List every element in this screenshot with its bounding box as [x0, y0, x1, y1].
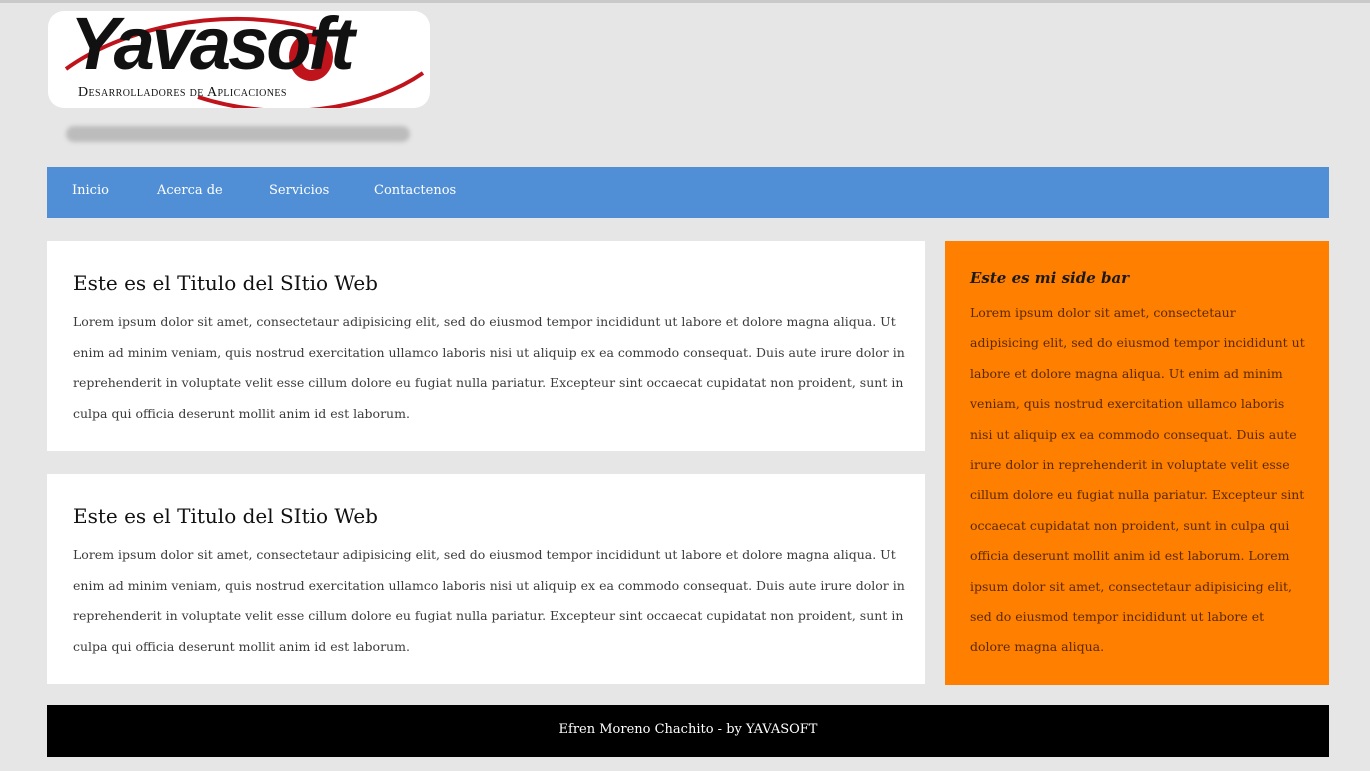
nav-item-contactenos[interactable]: Contactenos: [374, 183, 456, 198]
article-title: Este es el Titulo del SItio Web: [73, 504, 378, 528]
article-title: Este es el Titulo del SItio Web: [73, 271, 378, 295]
sidebar-body: Lorem ipsum dolor sit amet, consectetaur…: [970, 305, 1305, 655]
article-card: Este es el Titulo del SItio Web Lorem ip…: [47, 474, 925, 684]
logo-subtitle: Desarrolladores de Aplicaciones: [78, 85, 287, 100]
blurred-tagline: [66, 126, 410, 142]
nav-item-acerca-de[interactable]: Acerca de: [157, 183, 223, 198]
sidebar-title: Este es mi side bar: [970, 269, 1130, 287]
site-footer: Efren Moreno Chachito - by YAVASOFT: [47, 705, 1329, 757]
article-body: Lorem ipsum dolor sit amet, consectetaur…: [73, 547, 905, 654]
footer-credit: Efren Moreno Chachito - by YAVASOFT: [558, 722, 818, 737]
sidebar: Este es mi side bar Lorem ipsum dolor si…: [945, 241, 1329, 685]
article-card: Este es el Titulo del SItio Web Lorem ip…: [47, 241, 925, 451]
article-body: Lorem ipsum dolor sit amet, consectetaur…: [73, 314, 905, 421]
logo-text: Yavasoft: [70, 11, 355, 85]
main-nav: Inicio Acerca de Servicios Contactenos: [47, 167, 1329, 218]
nav-item-servicios[interactable]: Servicios: [269, 183, 329, 198]
site-logo[interactable]: Yavasoft Desarrolladores de Aplicaciones: [48, 11, 430, 108]
top-border: [0, 0, 1370, 3]
nav-item-inicio[interactable]: Inicio: [72, 183, 109, 198]
